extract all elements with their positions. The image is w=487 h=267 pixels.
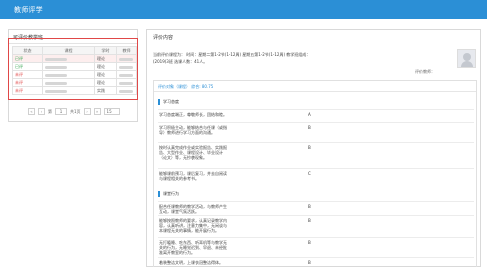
criterion-text: 学习积极主动，能够结合与任课（或指导）教师进行学习方面的沟通。	[159, 125, 227, 135]
row-status: 已评	[12, 54, 43, 63]
score-summary: 评价对象（课程） 综合: 80.75	[158, 84, 214, 89]
row-status: 未评	[12, 86, 43, 95]
criterion-text: 能够按照教师的要求，认真记录教学内容，认真听讲，注意力集中，无闲谈与本课程无关的…	[159, 218, 227, 233]
row-hours: 理论	[94, 62, 117, 71]
criterion-grade[interactable]: B	[308, 260, 311, 265]
table-row[interactable]: 未评 理论	[12, 78, 137, 87]
course-info-line: 当前评价课程为： 时间：星期二第1-2节(1-12周) 星期五第1-2节(1-1…	[153, 52, 311, 57]
criterion-text: 按时认真完成作业或实验报告、实践报告、大型作业、课程设计、毕业设计（论文）等，无…	[159, 145, 227, 160]
pagination: « ‹ 第 1 共1页 › » 15	[28, 107, 120, 116]
teacher-label: 评价教师：	[415, 69, 435, 74]
criterion-grade[interactable]: A	[308, 112, 311, 117]
list-item[interactable]: 学习积极主动，能够结合与任课（或指导）教师进行学习方面的沟通。 B	[158, 122, 474, 142]
row-hours: 实践	[94, 86, 117, 95]
row-hours: 理论	[94, 70, 117, 79]
row-hours: 理论	[94, 54, 117, 63]
criterion-grade[interactable]: B	[308, 218, 311, 223]
list-item[interactable]: 学习态度端正，尊敬师长，团结和睦。 A	[158, 109, 474, 122]
row-hours: 理论	[94, 78, 117, 87]
criterion-grade[interactable]: C	[308, 171, 311, 176]
row-course-redacted	[42, 70, 95, 79]
page-prefix: 第	[48, 108, 52, 114]
top-header-bar: 教师评学	[0, 0, 487, 19]
list-item[interactable]: 无打瞌睡、吃东西、听耳机等与教学无关的行为，无睡觉迟到、早退、未经批准离开教室的…	[158, 237, 474, 257]
list-item[interactable]: 着装整洁文明，上课衣冠整洁得体。 B	[158, 257, 474, 267]
row-teacher-redacted	[116, 70, 137, 79]
table-row[interactable]: 已评 理论	[12, 54, 137, 63]
class-info-line: (2019)3班 选课人数：41人。	[153, 59, 208, 64]
divider	[9, 43, 137, 44]
criterion-grade[interactable]: B	[308, 240, 311, 245]
evaluation-panel: 评价内容 当前评价课程为： 时间：星期二第1-2节(1-12周) 星期五第1-2…	[146, 29, 481, 267]
teacher-avatar	[457, 49, 476, 68]
row-teacher-redacted	[116, 54, 137, 63]
criterion-text: 学习态度端正，尊敬师长，团结和睦。	[159, 112, 227, 117]
list-item[interactable]: 配合任课教师的教学活动，与教师产生互动，课堂气氛活跃。 B	[158, 201, 474, 215]
list-item[interactable]: 能够课前预习，课后复习，并去自阅读与课程相关的参考书。 C	[158, 168, 474, 186]
prev-page-button[interactable]: ‹	[38, 108, 45, 115]
criterion-text: 配合任课教师的教学活动，与教师产生互动，课堂气氛活跃。	[159, 204, 227, 214]
criterion-grade[interactable]: B	[308, 125, 311, 130]
table-row[interactable]: 已评 理论	[12, 62, 137, 71]
page-size-select[interactable]: 15	[103, 108, 120, 115]
course-table: 状态 课程 学时 教师 已评 理论 已评 理论 未评 理论 未评 理论 未评 实…	[12, 46, 137, 95]
column-header-course: 课程	[42, 46, 95, 55]
evaluation-title: 评价内容	[153, 35, 174, 41]
criterion-grade[interactable]: B	[308, 145, 311, 150]
section-marker	[158, 99, 160, 105]
table-row[interactable]: 未评 实践	[12, 86, 137, 95]
row-status: 未评	[12, 70, 43, 79]
row-teacher-redacted	[116, 78, 137, 87]
page-number-input[interactable]: 1	[55, 108, 67, 115]
list-item[interactable]: 能够按照教师的要求，认真记录教学内容，认真听讲，注意力集中，无闲谈与本课程无关的…	[158, 215, 474, 237]
row-status: 未评	[12, 78, 43, 87]
app-title: 教师评学	[14, 6, 43, 14]
criterion-text: 能够课前预习，课后复习，并去自阅读与课程相关的参考书。	[159, 171, 227, 181]
column-header-hours: 学时	[94, 46, 117, 55]
criterion-grade[interactable]: B	[308, 204, 311, 209]
section-title: 课堂行为	[163, 191, 179, 196]
first-page-button[interactable]: «	[28, 108, 35, 115]
criterion-text: 无打瞌睡、吃东西、听耳机等与教学无关的行为，无睡觉迟到、早退、未经批准离开教室的…	[159, 240, 227, 255]
score-panel-header: 评价对象（课程） 综合: 80.75	[154, 81, 476, 92]
score-panel: 评价对象（课程） 综合: 80.75 学习态度 学习态度端正，尊敬师长，团结和睦…	[153, 80, 477, 267]
section-marker	[158, 191, 160, 197]
row-teacher-redacted	[116, 62, 137, 71]
row-course-redacted	[42, 78, 95, 87]
row-course-redacted	[42, 86, 95, 95]
row-course-redacted	[42, 54, 95, 63]
table-row[interactable]: 未评 理论	[12, 70, 137, 79]
table-header-row: 状态 课程 学时 教师	[12, 46, 137, 55]
row-status: 已评	[12, 62, 43, 71]
row-course-redacted	[42, 62, 95, 71]
row-teacher-redacted	[116, 86, 137, 95]
course-list-title: 可评价教学班	[13, 35, 44, 41]
last-page-button[interactable]: »	[93, 108, 101, 115]
section-title: 学习态度	[163, 99, 179, 104]
page-total: 共1页	[70, 108, 81, 114]
list-item[interactable]: 按时认真完成作业或实验报告、实践报告、大型作业、课程设计、毕业设计（论文）等，无…	[158, 142, 474, 168]
next-page-button[interactable]: ›	[83, 108, 91, 115]
column-header-teacher: 教师	[116, 46, 137, 55]
criterion-text: 着装整洁文明，上课衣冠整洁得体。	[159, 260, 223, 265]
column-header-status: 状态	[12, 46, 43, 55]
